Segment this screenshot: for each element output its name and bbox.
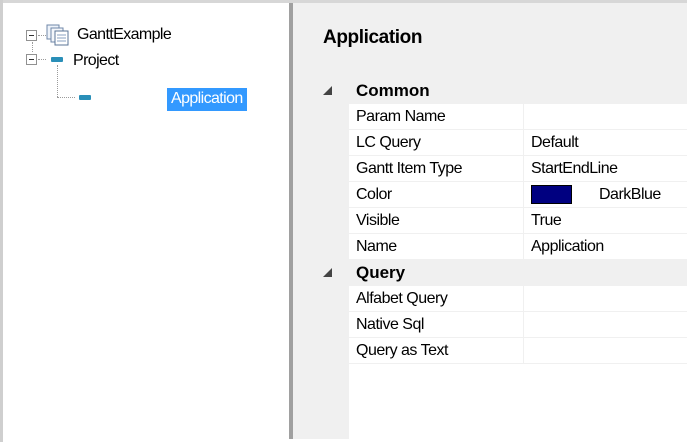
tree-item-root[interactable]: GanttExample (73, 23, 175, 47)
application-node-icon (79, 95, 91, 100)
collapse-arrow-icon[interactable] (323, 86, 332, 95)
property-row[interactable]: Alfabet Query (293, 286, 687, 312)
row-gutter (293, 260, 349, 286)
tree-item-application[interactable]: Application (167, 87, 247, 111)
property-name: Native Sql (356, 316, 424, 333)
collapse-arrow-icon[interactable] (323, 268, 332, 277)
window: GanttExample Project Application Applica… (0, 0, 687, 442)
property-row[interactable]: Native Sql (293, 312, 687, 338)
tree-item-project-label: Project (73, 51, 119, 69)
row-gutter (293, 286, 349, 312)
collapse-toggle-root[interactable] (26, 30, 37, 41)
property-row[interactable]: Name Application (293, 234, 687, 260)
tree-connector (38, 35, 46, 36)
property-value[interactable]: DarkBlue (599, 185, 661, 205)
property-name: Gantt Item Type (356, 160, 463, 177)
row-gutter-fill (293, 364, 349, 439)
row-gutter (293, 182, 349, 208)
property-row[interactable]: Query as Text (293, 338, 687, 364)
tree-item-project[interactable]: Project (69, 49, 123, 73)
row-gutter (293, 312, 349, 338)
property-value[interactable]: StartEndLine (531, 159, 618, 179)
category-row-common[interactable]: Common (293, 78, 687, 104)
column-separator (523, 208, 524, 234)
row-separator (349, 363, 687, 364)
column-separator (523, 130, 524, 156)
property-grid-title: Application (323, 27, 423, 48)
property-row[interactable]: LC Query Default (293, 130, 687, 156)
property-name: Color (356, 186, 392, 203)
row-gutter (293, 208, 349, 234)
tree-item-root-label: GanttExample (77, 25, 172, 43)
row-gutter (293, 156, 349, 182)
tree-connector (38, 59, 46, 60)
property-name: Visible (356, 212, 400, 229)
property-name: Name (356, 238, 397, 255)
row-gutter (293, 234, 349, 260)
property-grid-header: Application (293, 3, 687, 78)
row-gutter (293, 104, 349, 130)
category-label: Query (356, 263, 406, 282)
tree-item-application-label: Application (167, 87, 247, 111)
column-separator (523, 156, 524, 182)
collapse-toggle-project[interactable] (26, 54, 37, 65)
column-separator (523, 312, 524, 338)
property-name: Param Name (356, 108, 446, 125)
property-value[interactable]: True (531, 211, 562, 231)
color-swatch[interactable] (531, 185, 572, 204)
tree-connector (57, 97, 75, 98)
property-grid[interactable]: Application Common Param Name LC Query D… (293, 3, 687, 439)
property-value[interactable]: Default (531, 133, 579, 153)
row-gutter (293, 78, 349, 104)
property-name: LC Query (356, 134, 421, 151)
column-separator (523, 338, 524, 364)
row-gutter (293, 338, 349, 364)
row-gutter (293, 130, 349, 156)
property-value[interactable]: Application (531, 237, 604, 257)
project-node-icon (51, 57, 63, 62)
category-label: Common (356, 81, 430, 100)
property-row[interactable]: Param Name (293, 104, 687, 130)
column-separator (523, 234, 524, 260)
category-row-query[interactable]: Query (293, 260, 687, 286)
tree-connector (57, 65, 58, 97)
tree-connector (32, 42, 33, 52)
column-separator (523, 182, 524, 208)
column-separator (523, 104, 524, 130)
column-separator (523, 286, 524, 312)
documents-icon (46, 24, 69, 46)
property-row-color[interactable]: Color DarkBlue (293, 182, 687, 208)
frame-left-border (0, 0, 3, 442)
tree-view[interactable]: GanttExample Project Application (3, 3, 289, 438)
property-name: Query as Text (356, 342, 448, 359)
property-row[interactable]: Gantt Item Type StartEndLine (293, 156, 687, 182)
property-name: Alfabet Query (356, 290, 448, 307)
property-row[interactable]: Visible True (293, 208, 687, 234)
